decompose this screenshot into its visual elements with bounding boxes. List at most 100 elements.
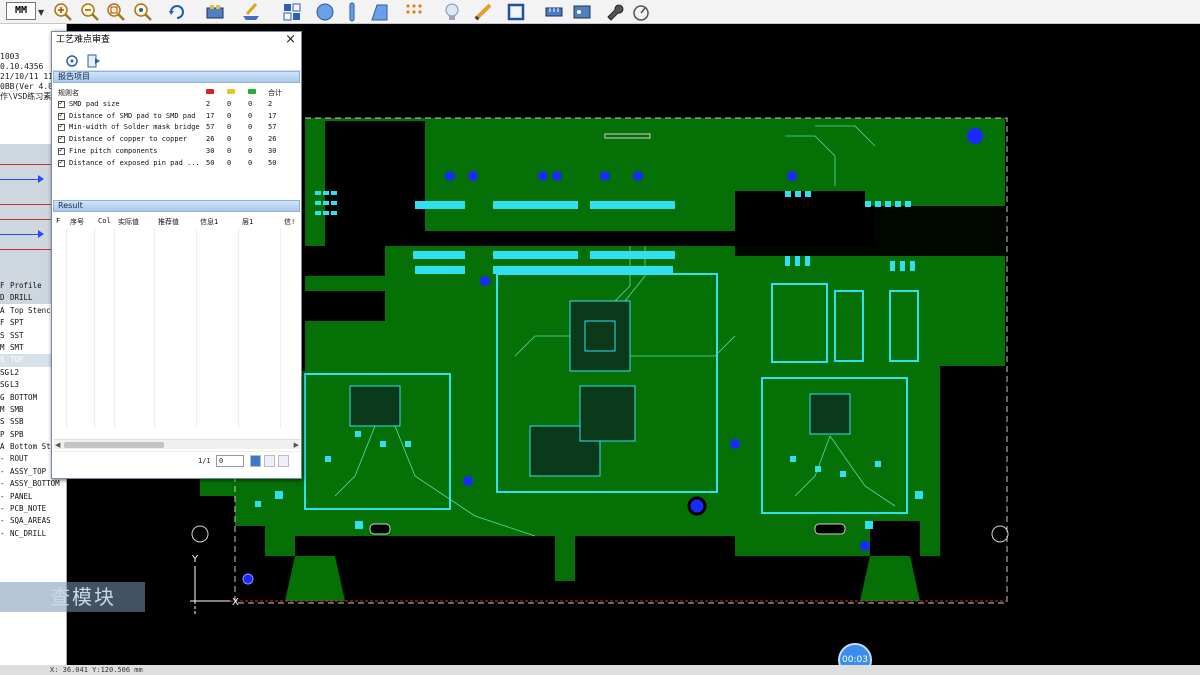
tool-icon[interactable] [571,2,593,22]
rule-red-count: 2 [206,99,211,108]
layer-name: SMT [10,342,24,352]
rule-green-count: 0 [248,158,253,167]
via [242,573,254,585]
rule-total: 2 [268,99,273,108]
layer-name: SST [10,330,24,340]
result-col-header[interactable]: 信! [284,217,295,227]
close-icon[interactable]: × [285,33,296,47]
result-col-header[interactable]: 实际值 [118,217,139,227]
move-icon[interactable] [281,2,303,22]
layer-name: SQA_AREAS [10,516,51,526]
scroll-left-icon[interactable]: ◀ [55,440,60,450]
grid-icon[interactable] [403,2,425,22]
via [787,171,797,181]
rule-checkbox[interactable] [58,158,65,167]
rule-checkbox[interactable] [58,134,65,144]
zoom-out-icon[interactable] [79,2,101,22]
board-cutout [305,291,385,321]
layer-item[interactable]: - PANEL [0,491,66,503]
rule-checkbox[interactable] [58,122,65,132]
wrench-icon[interactable] [604,2,626,22]
layer-item[interactable]: - ASSY_BOTTOM [0,478,66,490]
rule-row[interactable]: Fine pitch components 30 0 0 30 [56,146,296,158]
connector-pins [493,251,578,259]
page-input[interactable]: 0 [216,455,244,467]
rule-yellow-count: 0 [227,146,232,155]
layer-icon[interactable] [204,2,226,22]
rule-row[interactable]: Distance of SMD pad to SMD pad 17 0 0 17 [56,111,296,123]
layer-name: Top Stenc [10,305,51,315]
via [463,476,473,486]
circle-icon[interactable] [314,2,336,22]
layer-item[interactable]: - NC_DRILL [0,528,66,540]
measure-icon[interactable] [543,2,565,22]
layer-name: NC_DRILL [10,528,47,538]
go-page-icon[interactable] [250,455,261,467]
app-window: MM ▼ 1003 0.10.4356 21/10/11 11.1 0BB(Ve… [0,0,1200,675]
line-icon[interactable] [341,2,363,22]
zoom-fit-icon[interactable] [132,2,154,22]
unit-selector[interactable]: MM [6,2,36,20]
connector-pins [415,266,465,274]
pencil-icon[interactable] [472,2,494,22]
via [468,171,478,181]
layer-type: G [0,392,5,402]
result-col-header[interactable]: 序号 [70,217,84,227]
layer-type: - [0,466,5,476]
rule-green-count: 0 [248,99,253,108]
rule-row[interactable]: Distance of copper to copper 26 0 0 26 [56,134,296,146]
rule-red-count: 17 [206,111,215,120]
zoom-window-icon[interactable] [105,2,127,22]
rule-name: Min-width of Solder mask bridge [69,123,200,132]
rule-red-count: 57 [206,123,215,132]
layer-type: M [0,404,5,414]
layer-item[interactable]: - SQA_AREAS [0,515,66,527]
result-col-header[interactable]: F [56,217,60,225]
process-check-dialog: 工艺难点审查 × 报告项目 规则名 合计 SMD pad size 2 0 0 2 Dis… [51,31,302,479]
rule-row[interactable]: Min-width of Solder mask bridge 57 0 0 57 [56,122,296,134]
result-col-header[interactable]: 层1 [242,217,253,227]
rule-red-count: 30 [206,146,215,155]
scroll-thumb[interactable] [64,442,164,448]
rule-name: Distance of SMD pad to SMD pad [69,111,196,120]
rf-chip [809,393,851,435]
prev-page-icon[interactable] [264,455,275,467]
rule-total: 26 [268,135,277,144]
chevron-down-icon[interactable]: ▼ [38,8,44,17]
rule-checkbox[interactable] [58,146,65,155]
layer-type: M [0,342,5,352]
scroll-right-icon[interactable]: ▶ [294,440,299,450]
zoom-in-icon[interactable] [52,2,74,22]
result-col-header[interactable]: 信息1 [200,217,218,227]
layer-type: S [0,330,5,340]
refresh-icon[interactable] [64,53,80,67]
result-section-header: Result [53,200,300,212]
pagination: 1/1 0 [52,451,301,473]
bulb-icon[interactable] [441,2,463,22]
fiducial [991,525,1009,543]
horizontal-scrollbar[interactable]: ◀ ▶ [54,439,300,449]
compass-icon[interactable] [630,2,652,22]
result-col-header[interactable]: Col [98,217,111,225]
rule-green-count: 0 [248,146,253,155]
rule-row[interactable]: Distance of exposed pin pad ... 50 0 0 50 [56,158,296,170]
rotate-icon[interactable] [166,2,188,22]
rule-total: 50 [268,158,277,167]
layer-item[interactable]: - PCB_NOTE [0,503,66,515]
result-col-header[interactable]: 推荐值 [158,217,179,227]
layer-type: - [0,491,5,501]
layer-name: ASSY_TOP [10,466,47,476]
rf-chip [349,385,401,427]
layer-type: - [0,528,5,538]
square-icon[interactable] [505,2,527,22]
rule-row[interactable]: SMD pad size 2 0 0 2 [56,99,296,111]
layer-type: - [0,454,5,464]
export-icon[interactable] [86,53,102,68]
rule-checkbox[interactable] [58,99,65,108]
pen-layer-icon[interactable] [240,2,262,22]
pcb-board[interactable]: Y X [175,96,1025,616]
rule-checkbox[interactable] [58,111,65,120]
result-grid [54,228,300,428]
next-page-icon[interactable] [278,455,289,467]
shape-icon[interactable] [368,2,390,22]
